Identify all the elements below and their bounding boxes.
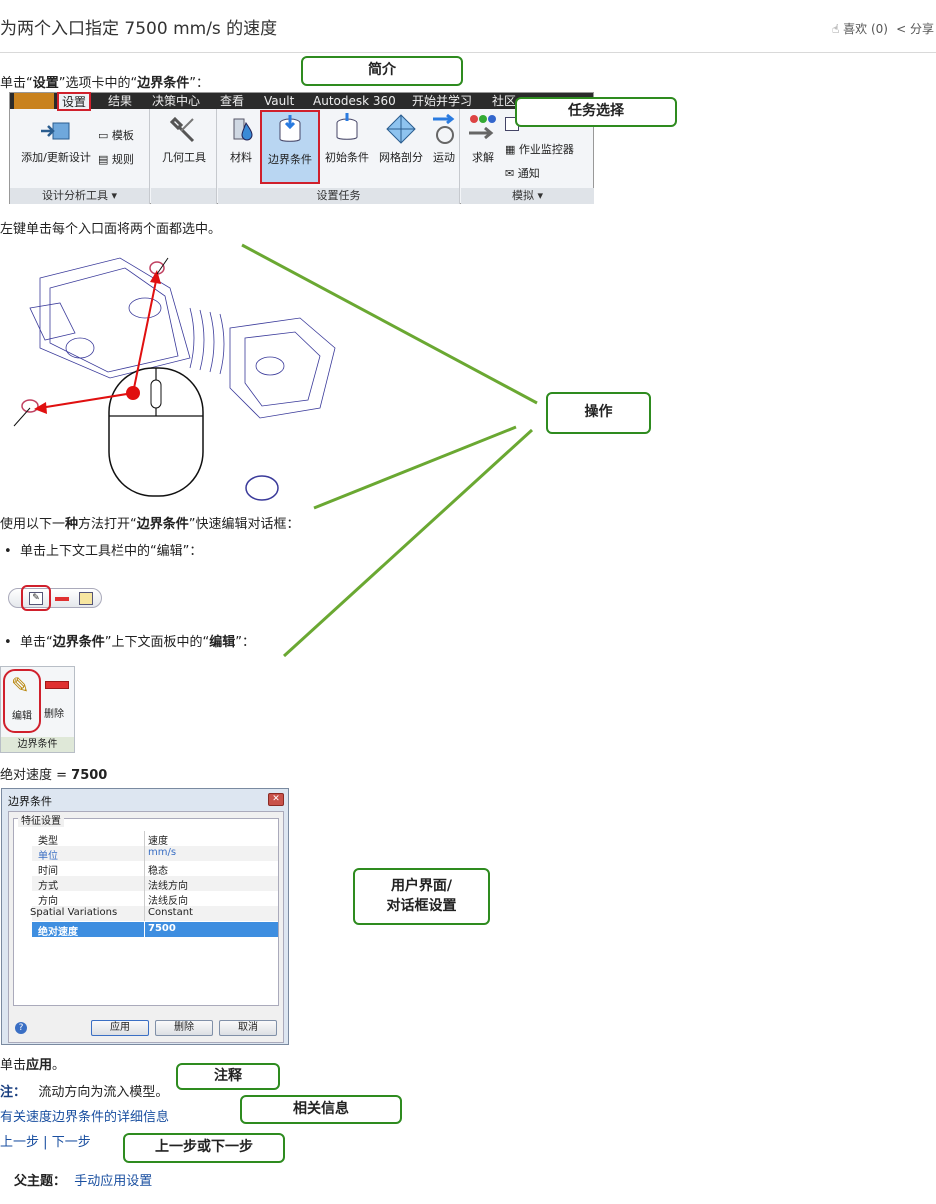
dialog-body: 特征设置 类型 速度 单位 mm/s 时间 稳态 方式 法线方向 方向 法线反向 Spat… bbox=[8, 811, 284, 1043]
rule-icon: ▤ bbox=[98, 153, 112, 166]
note: 注： 流动方向为流入模型。 bbox=[0, 1085, 169, 1100]
monitor-icon: ▦ bbox=[505, 143, 519, 156]
initial-conditions-icon bbox=[336, 113, 358, 140]
callout-related-info: 相关信息 bbox=[240, 1095, 402, 1124]
next-link[interactable]: 下一步 bbox=[52, 1135, 91, 1150]
properties-toolbar-icon[interactable] bbox=[79, 592, 93, 605]
tab-community[interactable]: 社区 bbox=[492, 93, 516, 109]
motion-button[interactable]: 运动 bbox=[428, 113, 460, 165]
context-panel-title: 边界条件 bbox=[1, 737, 74, 752]
close-icon: ✕ bbox=[272, 794, 280, 804]
inlet-face-left bbox=[21, 399, 39, 413]
prop-row-spatial-variations[interactable]: Spatial Variations Constant bbox=[30, 906, 278, 921]
rule-button[interactable]: ▤ 规则 bbox=[98, 151, 134, 167]
model-illustration bbox=[13, 257, 336, 501]
job-monitor-button[interactable]: ▦ 作业监控器 bbox=[505, 141, 574, 157]
help-icon[interactable]: ? bbox=[15, 1022, 27, 1034]
delete-panel-icon[interactable] bbox=[45, 681, 69, 689]
delete-panel-label[interactable]: 删除 bbox=[44, 705, 64, 720]
dialog-title: 边界条件 bbox=[8, 795, 52, 808]
prop-row-mode[interactable]: 方式 法线方向 bbox=[32, 876, 278, 892]
material-button[interactable]: 材料 bbox=[222, 113, 260, 165]
group-title: 特征设置 bbox=[18, 812, 64, 827]
panel-setup-tasks: 材料 边界条件 初始条件 网格剖分 运动 设置任务 bbox=[218, 109, 460, 204]
absolute-velocity-line: 绝对速度 = 7500 bbox=[0, 768, 108, 783]
callout-ui-dialog-settings: 用户界面/对话框设置 bbox=[353, 868, 490, 925]
solve-button[interactable]: 求解 bbox=[465, 113, 501, 165]
prop-row-unit[interactable]: 单位 mm/s bbox=[32, 846, 278, 862]
panel-design-tools: 添加/更新设计 ▭ 模板 ▤ 规则 设计分析工具 ▾ bbox=[10, 109, 150, 204]
boundary-conditions-icon bbox=[279, 115, 301, 142]
notify-button[interactable]: ✉ 通知 bbox=[505, 165, 540, 181]
mesh-icon bbox=[386, 114, 416, 144]
delete-button[interactable]: 删除 bbox=[155, 1020, 213, 1036]
step-apply: 单击应用。 bbox=[0, 1058, 66, 1073]
page-title: 为两个入口指定 7500 mm/s 的速度 bbox=[0, 19, 278, 39]
step-select-tab: 单击“设置”选项卡中的“边界条件”： bbox=[0, 76, 210, 91]
parent-topic: 父主题： 手动应用设置 bbox=[14, 1174, 153, 1189]
tab-results[interactable]: 结果 bbox=[108, 93, 132, 109]
tab-view[interactable]: 查看 bbox=[220, 93, 244, 109]
share-button[interactable]: < 分享 bbox=[896, 20, 934, 37]
edit-toolbar-button[interactable]: ✎ bbox=[21, 585, 51, 611]
cancel-button[interactable]: 取消 bbox=[219, 1020, 277, 1036]
edit-panel-button[interactable]: ✎ 编辑 bbox=[3, 669, 41, 733]
template-button[interactable]: ▭ 模板 bbox=[98, 127, 134, 143]
apply-button[interactable]: 应用 bbox=[91, 1020, 149, 1036]
callout-prev-next: 上一步或下一步 bbox=[123, 1133, 285, 1163]
prop-row-direction[interactable]: 方向 法线反向 bbox=[32, 891, 278, 907]
initial-conditions-button[interactable]: 初始条件 bbox=[322, 113, 372, 165]
callout-operation: 操作 bbox=[546, 392, 651, 434]
parent-topic-link[interactable]: 手动应用设置 bbox=[74, 1174, 152, 1189]
prev-next-nav: 上一步 | 下一步 bbox=[0, 1135, 91, 1150]
panel-geometry: 几何工具 bbox=[151, 109, 217, 204]
header-divider bbox=[0, 52, 936, 53]
pencil-icon: ✎ bbox=[11, 674, 30, 699]
geometry-tools-button[interactable]: 几何工具 bbox=[155, 115, 213, 165]
app-menu-button[interactable] bbox=[14, 93, 54, 109]
prop-row-absolute-velocity[interactable]: 绝对速度 7500 bbox=[32, 922, 278, 938]
callout-intro: 简介 bbox=[301, 56, 463, 86]
add-update-design-button[interactable]: 添加/更新设计 bbox=[16, 119, 96, 165]
dialog-close-button[interactable]: ✕ bbox=[268, 793, 284, 806]
motion-icon bbox=[433, 113, 455, 144]
bullet-context-panel: • 单击“边界条件”上下文面板中的“编辑”： bbox=[4, 635, 255, 650]
edit-icon: ✎ bbox=[29, 592, 43, 605]
prop-row-time[interactable]: 时间 稳态 bbox=[32, 861, 278, 877]
context-toolbar: ✎ bbox=[8, 585, 102, 611]
context-panel: ✎ 编辑 删除 边界条件 bbox=[0, 666, 75, 753]
panel-label-sim[interactable]: 模拟 ▾ bbox=[461, 188, 594, 204]
callout-note: 注释 bbox=[176, 1063, 280, 1090]
material-icon bbox=[233, 118, 253, 141]
ribbon: 设置 结果 决策中心 查看 Vault Autodesk 360 开始并学习 社… bbox=[9, 92, 594, 204]
like-button[interactable]: ☝ 喜欢 (0) bbox=[832, 20, 888, 37]
envelope-icon: ✉ bbox=[505, 167, 518, 180]
mouse-icon bbox=[108, 367, 204, 497]
step-open-dialog: 使用以下一种方法打开“边界条件”快速编辑对话框： bbox=[0, 517, 300, 532]
template-icon: ▭ bbox=[98, 129, 112, 142]
panel-label-setup: 设置任务 bbox=[218, 188, 459, 204]
step-select-faces: 左键单击每个入口面将两个面都选中。 bbox=[0, 222, 222, 237]
prop-row-type[interactable]: 类型 速度 bbox=[32, 831, 278, 847]
more-info-link[interactable]: 有关速度边界条件的详细信息 bbox=[0, 1106, 169, 1125]
bullet-context-toolbar: • 单击上下文工具栏中的“编辑”： bbox=[4, 544, 203, 559]
add-design-icon bbox=[41, 122, 70, 140]
boundary-conditions-dialog: 边界条件 ✕ 特征设置 类型 速度 单位 mm/s 时间 稳态 方式 法线方向 方向 法线… bbox=[1, 788, 289, 1045]
tab-decision-center[interactable]: 决策中心 bbox=[152, 93, 200, 109]
tab-autodesk-360[interactable]: Autodesk 360 bbox=[313, 93, 396, 109]
mesh-button[interactable]: 网格剖分 bbox=[376, 113, 426, 165]
tab-vault[interactable]: Vault bbox=[264, 93, 294, 109]
ribbon-tabs: 设置 结果 决策中心 查看 Vault Autodesk 360 开始并学习 社… bbox=[10, 92, 593, 111]
prev-link[interactable]: 上一步 bbox=[0, 1135, 39, 1150]
panel-label-design[interactable]: 设计分析工具 ▾ bbox=[10, 188, 149, 204]
wrench-icon bbox=[169, 116, 195, 143]
solve-icon bbox=[469, 115, 496, 140]
tab-get-started[interactable]: 开始并学习 bbox=[412, 93, 472, 109]
thumb-icon: ☝ bbox=[832, 22, 844, 36]
share-icon: < bbox=[896, 22, 910, 36]
callout-task-selection: 任务选择 bbox=[515, 97, 677, 127]
delete-toolbar-icon[interactable] bbox=[55, 597, 69, 601]
boundary-conditions-button[interactable]: 边界条件 bbox=[260, 110, 320, 184]
feature-settings-group: 特征设置 类型 速度 单位 mm/s 时间 稳态 方式 法线方向 方向 法线反向 Spat… bbox=[13, 812, 279, 1006]
